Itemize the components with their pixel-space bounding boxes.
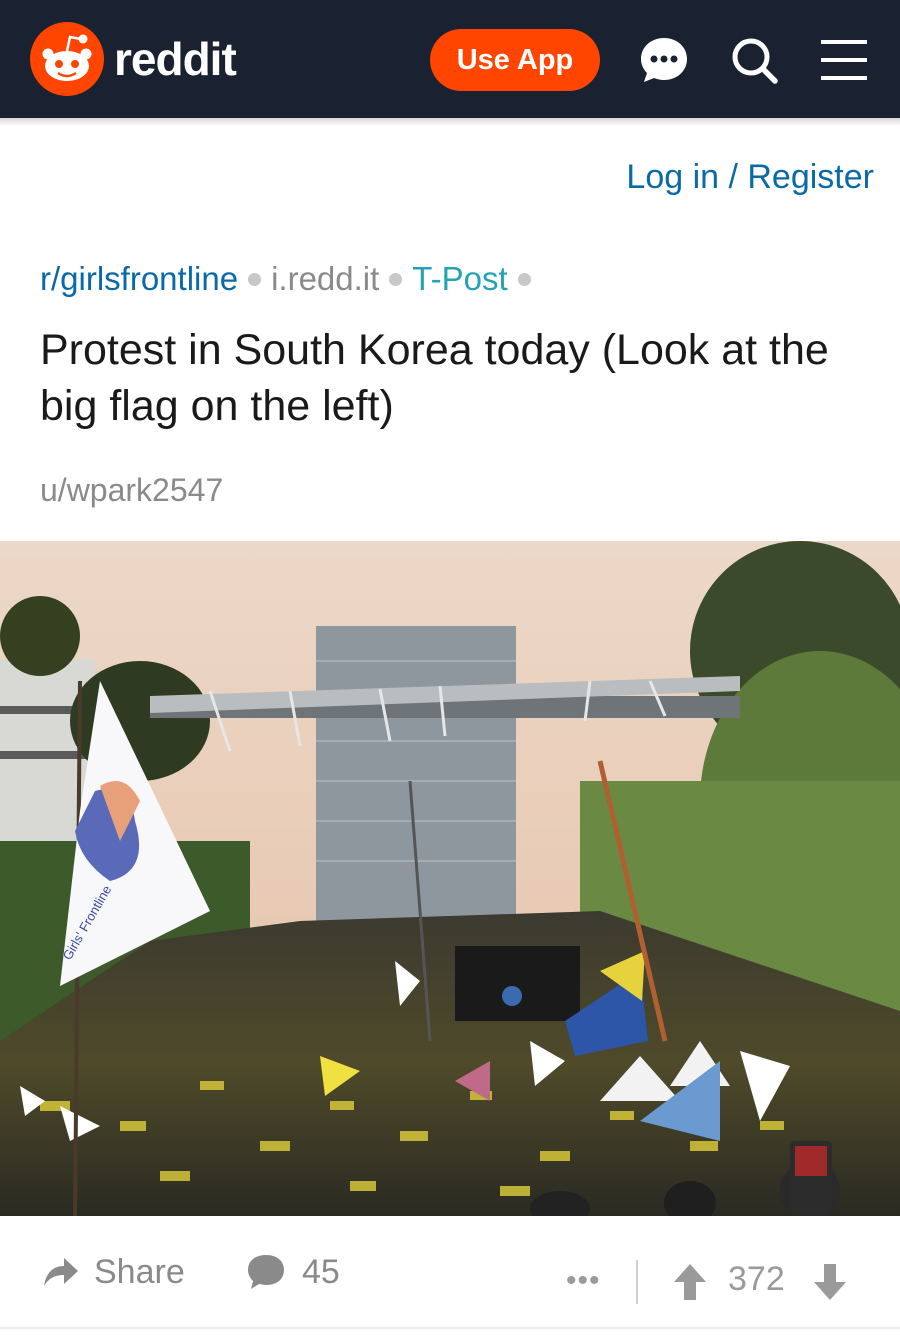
chat-icon[interactable] xyxy=(638,34,690,86)
vote-score: 372 xyxy=(728,1260,785,1298)
domain-link[interactable]: i.redd.it xyxy=(271,260,379,298)
reddit-logo[interactable]: reddit xyxy=(30,22,237,96)
reddit-alien-icon xyxy=(30,22,104,96)
post-flair[interactable]: T-Post xyxy=(412,260,507,298)
menu-icon[interactable] xyxy=(818,34,870,86)
post-meta: r/girlsfrontline i.redd.it T-Post xyxy=(40,260,541,298)
comment-bubble-icon xyxy=(248,1255,284,1289)
search-icon[interactable] xyxy=(728,34,780,86)
share-button[interactable]: Share xyxy=(40,1252,185,1292)
login-register-link[interactable]: Log in / Register xyxy=(626,158,874,197)
header-shadow xyxy=(0,118,900,126)
post-actions-bar: Share 45 ••• 372 xyxy=(0,1228,900,1328)
post-author[interactable]: u/wpark2547 xyxy=(40,472,223,509)
subreddit-link[interactable]: r/girlsfrontline xyxy=(40,260,238,298)
top-navigation-bar: reddit Use App xyxy=(0,0,900,118)
separator-dot xyxy=(517,272,531,286)
upvote-arrow-icon[interactable] xyxy=(672,1262,708,1302)
protest-photo: Girls' Frontline xyxy=(0,541,900,1216)
comments-button[interactable]: 45 xyxy=(246,1252,340,1292)
logo-wordmark: reddit xyxy=(114,33,237,85)
use-app-button[interactable]: Use App xyxy=(430,29,600,91)
more-options-button[interactable]: ••• xyxy=(566,1264,601,1298)
downvote-arrow-icon[interactable] xyxy=(812,1262,848,1302)
share-arrow-icon xyxy=(44,1258,78,1286)
separator-dot xyxy=(248,272,262,286)
bottom-divider xyxy=(0,1327,900,1329)
post-image[interactable]: Girls' Frontline xyxy=(0,541,900,1216)
comments-count: 45 xyxy=(302,1252,340,1291)
separator-dot xyxy=(389,272,403,286)
post-title[interactable]: Protest in South Korea today (Look at th… xyxy=(40,322,870,434)
actions-divider xyxy=(636,1260,638,1304)
share-label: Share xyxy=(94,1252,185,1291)
